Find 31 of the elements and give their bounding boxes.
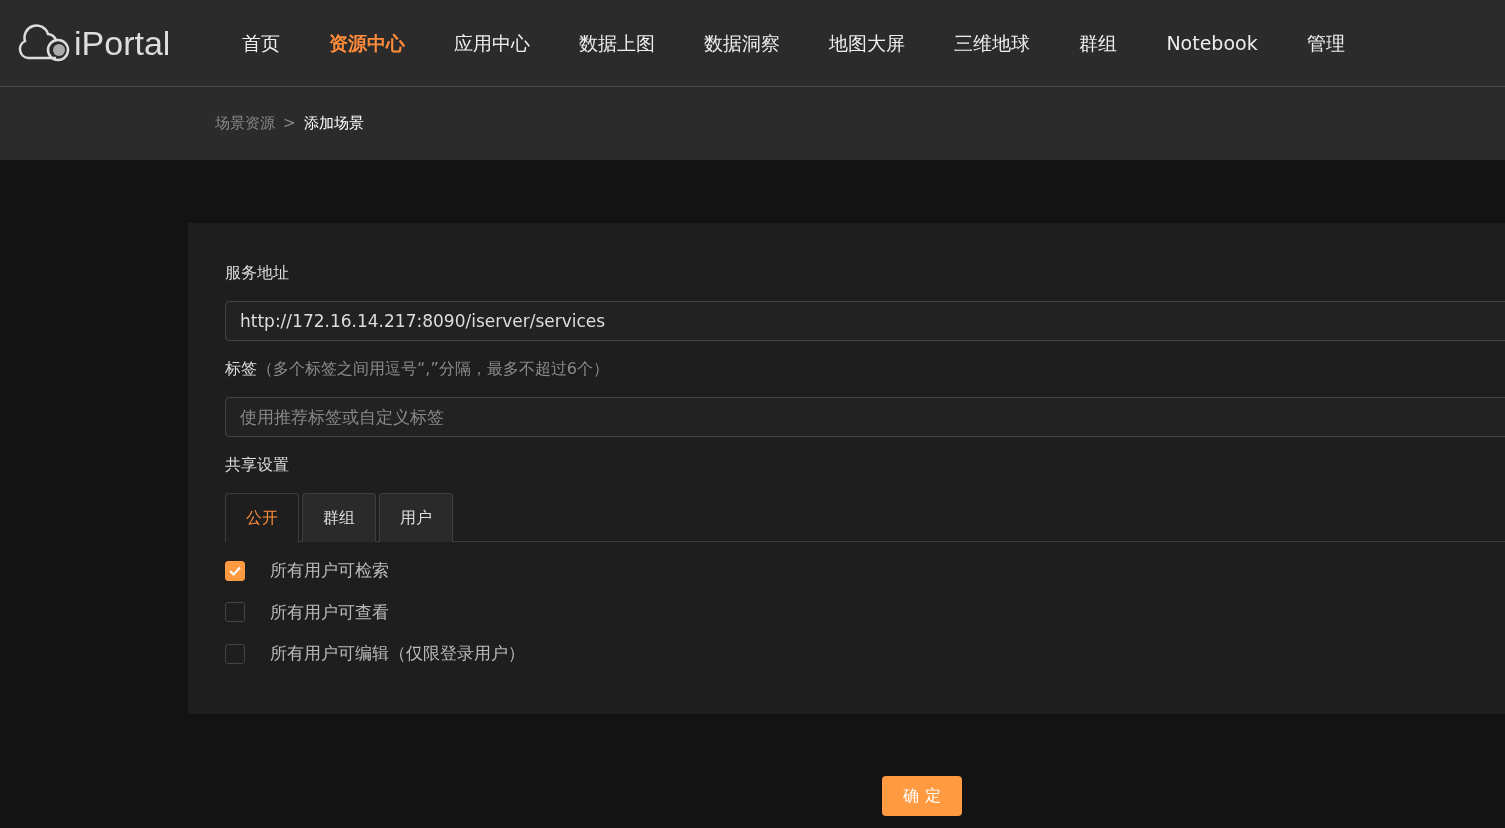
nav-link[interactable]: 数据洞察 bbox=[704, 28, 781, 58]
checkbox-label: 所有用户可编辑（仅限登录用户） bbox=[270, 642, 525, 665]
checkmark-icon bbox=[229, 565, 241, 576]
breadcrumb-link[interactable]: 场景资源 bbox=[215, 112, 275, 135]
share-tab[interactable]: 群组 bbox=[302, 493, 376, 542]
nav-link[interactable]: Notebook bbox=[1166, 28, 1258, 58]
logo-text: iPortal bbox=[74, 22, 171, 64]
nav-link[interactable]: 首页 bbox=[242, 28, 281, 58]
checkbox-label: 所有用户可检索 bbox=[270, 559, 389, 582]
nav-link[interactable]: 三维地球 bbox=[954, 28, 1031, 58]
field-hint: （多个标签之间用逗号“,”分隔，最多不超过6个） bbox=[257, 358, 609, 380]
nav-link[interactable]: 数据上图 bbox=[579, 28, 656, 58]
tags-field[interactable]: 使用推荐标签或自定义标签 bbox=[225, 397, 1505, 437]
nav-link[interactable]: 管理 bbox=[1306, 28, 1345, 58]
nav-link[interactable]: 群组 bbox=[1079, 28, 1118, 58]
checkbox[interactable] bbox=[225, 560, 245, 581]
field-label: 共享设置 bbox=[225, 454, 290, 476]
field-label: 标签 bbox=[225, 358, 257, 380]
checkbox[interactable] bbox=[225, 643, 245, 664]
checkbox[interactable] bbox=[225, 602, 245, 623]
field-label: 服务地址 bbox=[225, 262, 290, 284]
breadcrumb-separator: > bbox=[283, 113, 296, 135]
cloud-globe-logo-icon bbox=[16, 24, 70, 62]
checkbox-label: 所有用户可查看 bbox=[270, 600, 389, 624]
service-url-field[interactable]: http://172.16.14.217:8090/iserver/services bbox=[225, 301, 1505, 341]
nav-link[interactable]: 应用中心 bbox=[454, 28, 531, 58]
share-tab[interactable]: 用户 bbox=[379, 493, 453, 542]
nav-link[interactable]: 资源中心 bbox=[329, 28, 406, 58]
breadcrumb-current: 添加场景 bbox=[303, 113, 364, 135]
share-tab[interactable]: 公开 bbox=[225, 493, 299, 542]
nav-link[interactable]: 地图大屏 bbox=[829, 28, 906, 58]
